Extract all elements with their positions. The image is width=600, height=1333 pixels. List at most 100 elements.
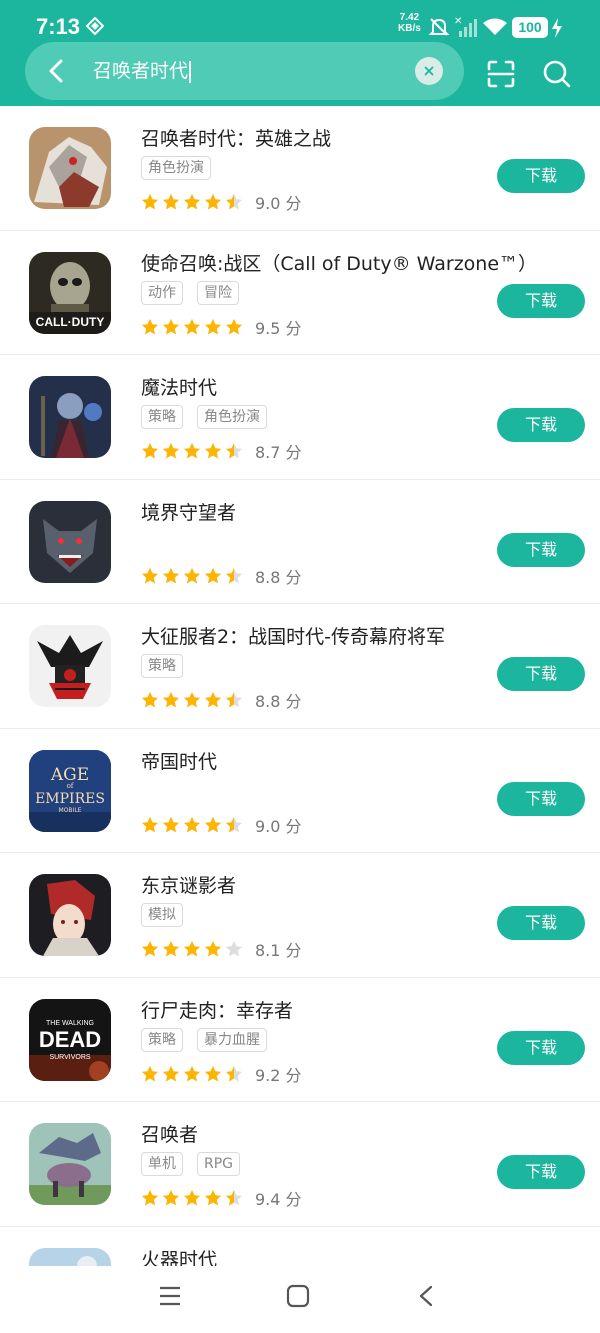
app-tags: 策略 暴力血腥 [141, 1027, 267, 1052]
home-icon[interactable] [286, 1284, 310, 1308]
download-button[interactable]: 下载 [497, 532, 585, 567]
location-diamond-icon [86, 17, 104, 35]
star-icon [205, 1190, 221, 1206]
star-icon [163, 941, 179, 957]
app-name: 使命召唤:战区（Call of Duty® Warzone™） [141, 252, 538, 275]
app-tag: 动作 [141, 280, 183, 305]
star-icon [205, 816, 221, 832]
app-score: 9.4 分 [255, 1190, 302, 1209]
download-button[interactable]: 下载 [497, 906, 585, 940]
app-rating: 9.0 分 [141, 190, 302, 214]
app-header: 7:13 7.42 KB/s ✕ 100 召唤者时代 [0, 0, 600, 106]
app-name: 魔法时代 [141, 377, 218, 399]
download-button[interactable]: 下载 [497, 781, 585, 816]
app-row-age-of-empires[interactable]: AGE of EMPIRES MOBILE 帝国时代 9.0 分 下载 [0, 729, 600, 853]
network-speed: 7.42 KB/s [398, 12, 421, 34]
status-time: 7:13 [36, 14, 81, 39]
app-icon-great-conqueror-2[interactable] [29, 625, 111, 707]
app-row-summoners-era[interactable]: 召唤者时代：英雄之战 角色扮演 9.0 分 下载 [0, 106, 600, 231]
app-icon-age-of-magic[interactable] [29, 376, 111, 458]
menu-icon[interactable] [158, 1285, 182, 1307]
clear-search-icon[interactable] [415, 57, 443, 85]
star-icon [205, 318, 221, 334]
star-icon [226, 692, 242, 708]
star-icon [142, 816, 158, 832]
star-icon [226, 194, 242, 210]
app-tag: 模拟 [141, 903, 183, 927]
app-score: 9.0 分 [255, 816, 302, 836]
app-tags: 角色扮演 [141, 156, 211, 180]
app-row-great-conqueror-2[interactable]: 大征服者2：战国时代-传奇幕府将军 策略 8.8 分 下载 [0, 604, 600, 729]
app-score: 8.1 分 [255, 941, 302, 960]
star-rating [141, 1189, 243, 1207]
app-name: 大征服者2：战国时代-传奇幕府将军 [141, 626, 445, 648]
search-query: 召唤者时代 [93, 60, 189, 82]
app-tags: 模拟 [141, 903, 183, 927]
star-icon [184, 1065, 200, 1081]
app-row-realm-watchers[interactable]: 境界守望者 8.8 分 下载 [0, 480, 600, 604]
app-tag: 策略 [141, 405, 183, 429]
app-rating: 9.4 分 [141, 1186, 302, 1210]
back-nav-icon[interactable] [416, 1284, 436, 1308]
icon-text-dead: DEAD [39, 1027, 101, 1052]
app-rating: 9.2 分 [141, 1062, 302, 1086]
star-rating [141, 940, 243, 958]
app-icon-walking-dead[interactable]: THE WALKING DEAD SURVIVORS [29, 998, 111, 1081]
star-icon [163, 567, 179, 583]
star-icon [163, 194, 179, 210]
download-button[interactable]: 下载 [497, 657, 585, 691]
app-icon-age-of-empires[interactable]: AGE of EMPIRES MOBILE [29, 749, 111, 832]
icon-text-survivors: SURVIVORS [49, 1054, 90, 1061]
star-icon [163, 1190, 179, 1206]
download-button[interactable]: 下载 [497, 159, 585, 193]
app-tags: 策略 [141, 654, 183, 678]
download-button[interactable]: 下载 [497, 408, 585, 442]
app-name: 东京谜影者 [141, 875, 237, 897]
app-row-summoner[interactable]: 召唤者 单机 RPG 9.4 分 下载 [0, 1102, 600, 1227]
app-score: 9.5 分 [255, 318, 302, 338]
star-icon [226, 318, 242, 334]
app-row-walking-dead-survivors[interactable]: THE WALKING DEAD SURVIVORS 行尸走肉：幸存者 策略 暴… [0, 978, 600, 1102]
app-name: 帝国时代 [141, 750, 218, 773]
app-name: 召唤者 [141, 1124, 199, 1146]
download-button[interactable]: 下载 [497, 1155, 585, 1189]
app-icon-summoners-era[interactable] [29, 127, 111, 209]
download-button[interactable]: 下载 [497, 283, 585, 318]
app-row-age-of-magic[interactable]: 魔法时代 策略 角色扮演 8.7 分 下载 [0, 355, 600, 480]
download-button[interactable]: 下载 [497, 1030, 585, 1065]
app-row-tokyo-mystery[interactable]: 东京谜影者 模拟 8.1 分 下载 [0, 853, 600, 978]
svg-text:CALL·DUTY: CALL·DUTY [36, 315, 105, 329]
app-row-cod-warzone[interactable]: CALL·DUTY 使命召唤:战区（Call of Duty® Warzone™… [0, 231, 600, 355]
app-tag: 角色扮演 [197, 405, 267, 429]
star-icon [226, 1190, 242, 1206]
app-tag: 策略 [141, 1027, 183, 1052]
star-icon [184, 816, 200, 832]
star-icon [142, 194, 158, 210]
charging-icon [552, 18, 562, 38]
app-rating: 8.1 分 [141, 937, 302, 961]
scan-icon[interactable] [486, 59, 516, 89]
app-rating: 9.5 分 [141, 315, 302, 339]
back-arrow-icon[interactable] [40, 54, 74, 88]
icon-text-the-walking: THE WALKING [46, 1020, 94, 1027]
search-results-list: 召唤者时代：英雄之战 角色扮演 9.0 分 下载 CALL·DUTY 使命召唤:… [0, 106, 600, 1333]
star-icon [163, 1065, 179, 1081]
star-icon [184, 567, 200, 583]
star-rating [141, 193, 243, 211]
app-name: 召唤者时代：英雄之战 [141, 128, 332, 150]
app-icon-summoner[interactable] [29, 1123, 111, 1205]
star-icon [226, 443, 242, 459]
app-icon-tokyo-mystery[interactable] [29, 874, 111, 956]
star-icon [142, 318, 158, 334]
star-icon [184, 941, 200, 957]
app-icon-realm-watchers[interactable] [29, 500, 111, 583]
star-rating [141, 1065, 243, 1083]
search-icon[interactable] [542, 59, 572, 89]
mute-bell-icon [428, 18, 450, 36]
app-score: 8.7 分 [255, 443, 302, 462]
app-score: 8.8 分 [255, 692, 302, 711]
search-input[interactable]: 召唤者时代 [93, 58, 191, 84]
star-rating [141, 318, 243, 336]
app-icon-cod-warzone[interactable]: CALL·DUTY [29, 251, 111, 334]
search-box[interactable] [25, 42, 464, 100]
